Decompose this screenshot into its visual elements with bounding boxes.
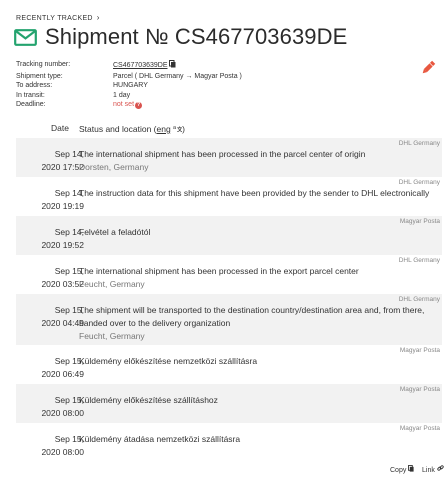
link-button[interactable]: Link — [422, 465, 444, 474]
info-key: Tracking number: — [16, 61, 71, 68]
event-date: Sep 14, — [54, 149, 84, 159]
event-description: The international shipment has been proc… — [79, 148, 439, 174]
recently-tracked-link[interactable]: RECENTLY TRACKED › — [16, 13, 100, 22]
info-row-deadline: Deadline: not set? — [16, 100, 242, 110]
carrier-label: DHL Germany — [398, 179, 440, 186]
event-datetime: Sep 15, 2020 08:00 — [41, 394, 84, 420]
event-row: Magyar Posta Sep 14, 2020 19:52 Felvétel … — [16, 216, 442, 255]
event-time: 2020 19:52 — [41, 240, 84, 250]
event-location: Feucht, Germany — [79, 279, 145, 289]
copy-icon — [408, 465, 414, 474]
copy-label: Copy — [390, 467, 407, 474]
transit-value: 1 day — [113, 91, 131, 99]
event-row: Magyar Posta Sep 15, 2020 08:00 Küldemény… — [16, 384, 442, 423]
carrier-label: Magyar Posta — [399, 347, 440, 354]
info-key: In transit: — [16, 91, 45, 99]
carrier-label: Magyar Posta — [399, 425, 440, 432]
events-header: Date Status and location (eng a 文) — [0, 121, 447, 137]
recently-tracked-label: RECENTLY TRACKED — [16, 15, 93, 22]
event-datetime: Sep 14, 2020 19:52 — [41, 226, 84, 252]
carrier-label: DHL Germany — [398, 296, 440, 303]
event-datetime: Sep 15, 2020 08:00 — [41, 433, 84, 459]
carrier-label: DHL Germany — [398, 257, 440, 264]
info-row-address: To address: HUNGARY — [16, 81, 242, 91]
event-date: Sep 15, — [54, 395, 84, 405]
info-row-type: Shipment type: Parcel ( DHL Germany → Ma… — [16, 72, 242, 82]
event-date: Sep 14, — [54, 227, 84, 237]
carrier-label: Magyar Posta — [399, 386, 440, 393]
event-status: Küldemény előkészítése nemzetközi szállí… — [79, 356, 258, 366]
info-row-transit: In transit: 1 day — [16, 91, 242, 101]
tracking-number-link[interactable]: CS467703639DE — [113, 62, 168, 69]
event-time: 2020 08:00 — [41, 447, 84, 457]
shipment-info: Tracking number: CS467703639DE Shipment … — [16, 60, 242, 110]
event-date: Sep 14, — [54, 188, 84, 198]
link-label: Link — [422, 467, 435, 474]
event-time: 2020 08:00 — [41, 408, 84, 418]
event-row: DHL Germany Sep 14, 2020 19:19 The instru… — [16, 177, 442, 216]
event-row: DHL Germany Sep 15, 2020 03:52 The intern… — [16, 255, 442, 294]
deadline-value[interactable]: not set — [113, 101, 134, 108]
event-date: Sep 15, — [54, 266, 84, 276]
event-time: 2020 17:52 — [41, 162, 84, 172]
event-time: 2020 03:52 — [41, 279, 84, 289]
chain-link-icon — [437, 465, 444, 474]
edit-pencil-icon[interactable] — [420, 60, 436, 78]
date-column-header: Date — [51, 123, 69, 133]
event-datetime: Sep 15, 2020 03:52 — [41, 265, 84, 291]
status-header-label: Status and location ( — [79, 124, 157, 134]
event-status: The international shipment has been proc… — [79, 266, 359, 276]
question-icon[interactable]: ? — [135, 102, 143, 110]
event-status: Küldemény előkészítése szállításhoz — [79, 395, 218, 405]
info-row-tracking: Tracking number: CS467703639DE — [16, 60, 242, 72]
copy-icon[interactable] — [168, 60, 176, 72]
info-key: To address: — [16, 82, 53, 90]
event-datetime: Sep 14, 2020 19:19 — [41, 187, 84, 213]
status-header-close: ) — [182, 124, 185, 134]
event-status: Küldemény átadása nemzetközi szállításra — [79, 434, 241, 444]
event-date: Sep 15, — [54, 356, 84, 366]
event-row: DHL Germany Sep 14, 2020 17:52 The intern… — [16, 138, 442, 177]
event-row: DHL Germany Sep 15, 2020 04:49 The shipme… — [16, 294, 442, 345]
event-time: 2020 06:49 — [41, 369, 84, 379]
event-description: Felvétel a feladótól — [79, 226, 439, 239]
event-description: The shipment will be transported to the … — [79, 304, 439, 343]
event-row: Magyar Posta Sep 15, 2020 08:00 Küldemény… — [16, 423, 442, 462]
translate-icon[interactable]: a文 — [173, 124, 183, 134]
carrier-label: DHL Germany — [398, 140, 440, 147]
event-status: Felvétel a feladótól — [79, 227, 151, 237]
status-column-header: Status and location (eng a 文) — [79, 123, 185, 134]
shipment-title: Shipment № CS467703639DE — [45, 24, 348, 49]
event-datetime: Sep 14, 2020 17:52 — [41, 148, 84, 174]
event-datetime: Sep 15, 2020 06:49 — [41, 355, 84, 381]
event-description: Küldemény előkészítése nemzetközi szállí… — [79, 355, 439, 368]
event-description: Küldemény átadása nemzetközi szállításra — [79, 433, 439, 446]
chevron-right-icon: › — [96, 13, 100, 22]
event-row: Magyar Posta Sep 15, 2020 06:49 Küldemény… — [16, 345, 442, 384]
event-location: Feucht, Germany — [79, 331, 145, 341]
page-title: Shipment № CS467703639DE — [14, 24, 347, 50]
event-date: Sep 15, — [54, 305, 84, 315]
event-status: The instruction data for this shipment h… — [79, 188, 430, 198]
event-description: Küldemény előkészítése szállításhoz — [79, 394, 439, 407]
event-description: The international shipment has been proc… — [79, 265, 439, 291]
event-description: The instruction data for this shipment h… — [79, 187, 439, 200]
carrier-label: Magyar Posta — [399, 218, 440, 225]
event-location: Dorsten, Germany — [79, 162, 149, 172]
info-key: Deadline: — [16, 101, 46, 109]
event-time: 2020 19:19 — [41, 201, 84, 211]
event-date: Sep 15, — [54, 434, 84, 444]
event-time: 2020 04:49 — [41, 318, 84, 328]
page: RECENTLY TRACKED › Shipment № CS467703639… — [0, 0, 447, 480]
address-value: HUNGARY — [113, 82, 148, 90]
language-toggle[interactable]: eng — [157, 124, 171, 134]
info-key: Shipment type: — [16, 72, 63, 80]
envelope-icon — [14, 28, 37, 46]
event-status: The international shipment has been proc… — [79, 149, 366, 159]
event-datetime: Sep 15, 2020 04:49 — [41, 304, 84, 330]
copy-button[interactable]: Copy — [390, 465, 414, 474]
event-status: The shipment will be transported to the … — [79, 305, 425, 328]
shipment-type-value: Parcel ( DHL Germany → Magyar Posta ) — [113, 72, 242, 80]
